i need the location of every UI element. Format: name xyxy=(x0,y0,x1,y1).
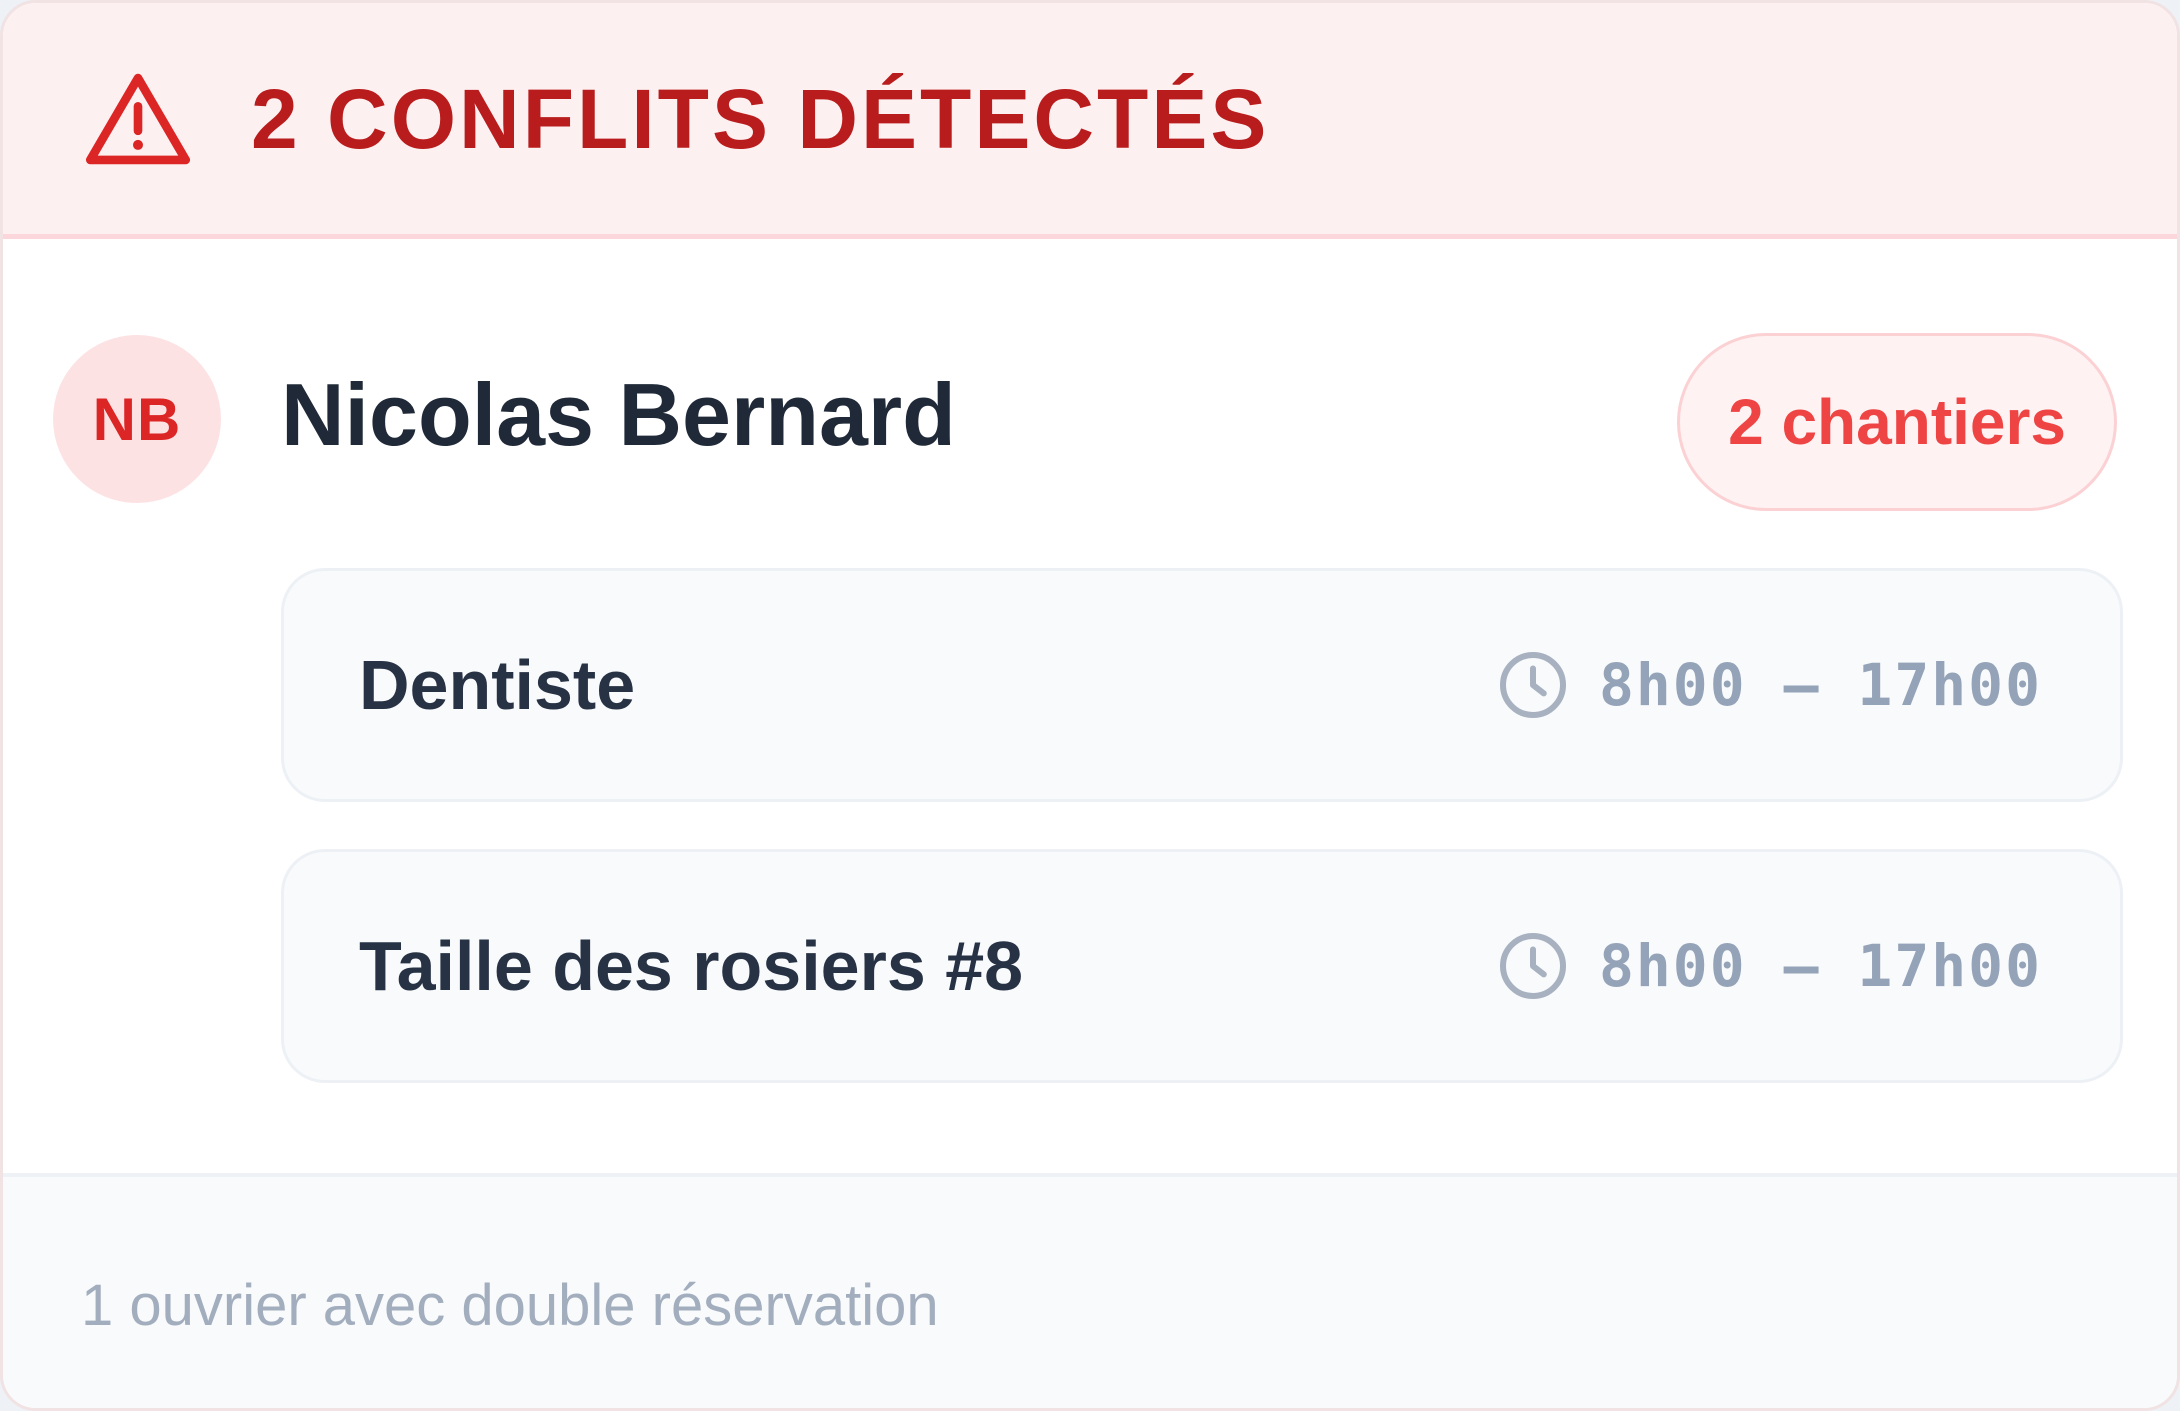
avatar: NB xyxy=(53,335,221,503)
site-time: 8h00 – 17h00 xyxy=(1497,930,2042,1002)
site-time-range: 8h00 – 17h00 xyxy=(1598,651,2042,719)
conflicts-footer: 1 ouvrier avec double réservation xyxy=(3,1173,2177,1408)
conflicts-summary: 1 ouvrier avec double réservation xyxy=(81,1273,939,1338)
clock-icon xyxy=(1499,652,1566,718)
site-name: Taille des rosiers #8 xyxy=(359,927,1024,1005)
site-time-range: 8h00 – 17h00 xyxy=(1598,932,2042,1000)
conflicts-header: 2 CONFLITS DÉTECTÉS xyxy=(3,3,2177,239)
worker-name: Nicolas Bernard xyxy=(281,365,956,464)
clock-icon xyxy=(1499,933,1566,999)
site-name: Dentiste xyxy=(359,646,636,724)
warning-triangle-icon xyxy=(85,73,191,164)
conflicts-card: 2 CONFLITS DÉTECTÉS NB Nicolas Bernard 2… xyxy=(0,0,2180,1411)
sites-count-badge: 2 chantiers xyxy=(1677,333,2117,511)
worker-row[interactable]: NB Nicolas Bernard 2 chantiers xyxy=(3,333,2177,511)
site-time: 8h00 – 17h00 xyxy=(1497,649,2042,721)
site-item-taille-des-rosiers[interactable]: Taille des rosiers #8 8h00 – 17h00 xyxy=(281,849,2123,1083)
conflicts-title: 2 CONFLITS DÉTECTÉS xyxy=(251,71,1270,166)
site-item-dentiste[interactable]: Dentiste 8h00 – 17h00 xyxy=(281,568,2123,802)
